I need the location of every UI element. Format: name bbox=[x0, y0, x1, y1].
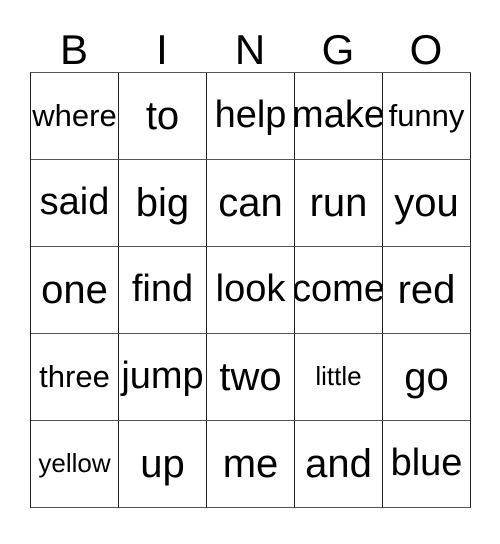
bingo-header-letter-o: O bbox=[382, 14, 470, 72]
header-letter-text: N bbox=[234, 26, 266, 73]
bingo-cell-label: little bbox=[315, 361, 362, 392]
bingo-cell[interactable]: little bbox=[295, 334, 383, 421]
bingo-cell-label: come bbox=[295, 268, 383, 311]
bingo-row: said big can run you bbox=[31, 160, 471, 247]
bingo-cell[interactable]: go bbox=[383, 334, 471, 421]
bingo-cell[interactable]: red bbox=[383, 247, 471, 334]
bingo-cell-label: and bbox=[305, 442, 372, 486]
bingo-cell[interactable]: to bbox=[119, 73, 207, 160]
bingo-cell[interactable]: come bbox=[295, 247, 383, 334]
bingo-cell-label: two bbox=[219, 355, 282, 399]
bingo-header-row: B I N G O bbox=[30, 14, 470, 72]
bingo-cell[interactable]: can bbox=[207, 160, 295, 247]
bingo-cell-label: help bbox=[214, 94, 287, 137]
header-letter-text: B bbox=[59, 26, 88, 73]
bingo-grid: where to help make funny said big can ru… bbox=[30, 72, 471, 508]
bingo-header-letter-g: G bbox=[294, 14, 382, 72]
header-letter-text: I bbox=[156, 26, 168, 73]
bingo-cell-label: you bbox=[394, 181, 459, 225]
bingo-cell[interactable]: one bbox=[31, 247, 119, 334]
bingo-cell[interactable]: and bbox=[295, 421, 383, 508]
bingo-cell-label: red bbox=[397, 268, 456, 312]
bingo-cell[interactable]: make bbox=[295, 73, 383, 160]
bingo-cell-label: up bbox=[140, 442, 185, 486]
bingo-cell-label: can bbox=[218, 181, 283, 225]
bingo-cell-label: one bbox=[41, 268, 108, 312]
bingo-cell[interactable]: help bbox=[207, 73, 295, 160]
bingo-cell[interactable]: where bbox=[31, 73, 119, 160]
bingo-cell-label: look bbox=[215, 268, 286, 311]
bingo-cell-label: blue bbox=[390, 442, 463, 485]
bingo-cell[interactable]: look bbox=[207, 247, 295, 334]
bingo-cell[interactable]: big bbox=[119, 160, 207, 247]
bingo-cell[interactable]: two bbox=[207, 334, 295, 421]
bingo-cell-label: big bbox=[135, 181, 190, 225]
bingo-cell-label: said bbox=[39, 181, 110, 224]
bingo-cell[interactable]: three bbox=[31, 334, 119, 421]
bingo-cell[interactable]: up bbox=[119, 421, 207, 508]
bingo-row: yellow up me and blue bbox=[31, 421, 471, 508]
bingo-cell-label: three bbox=[39, 358, 110, 394]
bingo-row: one find look come red bbox=[31, 247, 471, 334]
bingo-header-letter-b: B bbox=[30, 14, 118, 72]
bingo-cell[interactable]: you bbox=[383, 160, 471, 247]
bingo-cell-label: find bbox=[131, 268, 194, 311]
header-letter-text: G bbox=[321, 26, 355, 73]
bingo-cell-label: jump bbox=[121, 355, 204, 398]
bingo-cell-label: yellow bbox=[38, 448, 111, 479]
bingo-cell-label: run bbox=[309, 181, 368, 225]
bingo-row: where to help make funny bbox=[31, 73, 471, 160]
header-letter-text: O bbox=[409, 26, 443, 73]
bingo-cell[interactable]: blue bbox=[383, 421, 471, 508]
bingo-cell[interactable]: run bbox=[295, 160, 383, 247]
bingo-cell[interactable]: funny bbox=[383, 73, 471, 160]
bingo-cell-label: to bbox=[145, 94, 180, 138]
bingo-cell[interactable]: yellow bbox=[31, 421, 119, 508]
bingo-header-letter-n: N bbox=[206, 14, 294, 72]
bingo-cell-label: go bbox=[404, 355, 449, 399]
bingo-row: three jump two little go bbox=[31, 334, 471, 421]
bingo-cell-label: make bbox=[295, 94, 383, 137]
bingo-cell-label: funny bbox=[388, 97, 465, 133]
bingo-cell[interactable]: said bbox=[31, 160, 119, 247]
bingo-cell[interactable]: find bbox=[119, 247, 207, 334]
bingo-cell[interactable]: me bbox=[207, 421, 295, 508]
bingo-cell-label: where bbox=[32, 97, 117, 133]
bingo-card: B I N G O where to help make funny said … bbox=[30, 14, 471, 508]
bingo-cell[interactable]: jump bbox=[119, 334, 207, 421]
bingo-cell-label: me bbox=[222, 442, 279, 486]
bingo-header-letter-i: I bbox=[118, 14, 206, 72]
